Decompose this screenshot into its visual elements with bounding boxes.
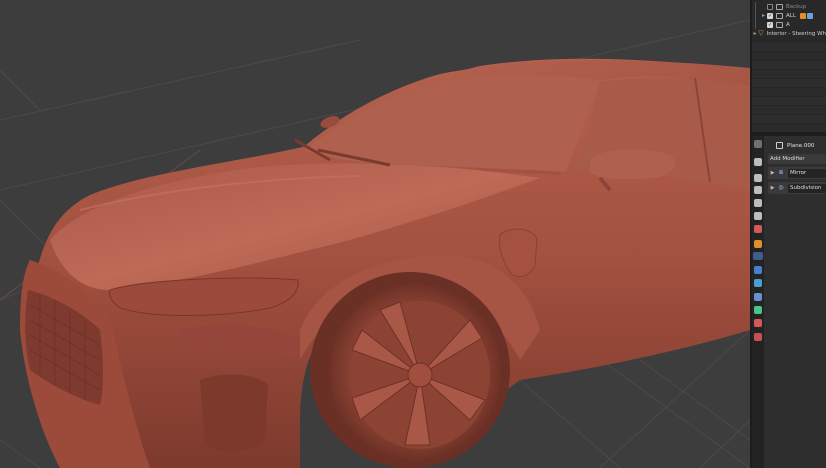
particles-icon[interactable] <box>754 266 762 274</box>
tree-line <box>752 2 760 11</box>
front-wheel <box>310 272 510 468</box>
tree-line <box>752 20 760 29</box>
modifier-name-field[interactable]: Subdivision <box>788 183 826 193</box>
outliner-row-backup[interactable]: Backup <box>752 2 826 11</box>
material-icon <box>806 12 813 19</box>
modifier-name-field[interactable]: Mirror <box>788 168 826 178</box>
car-render <box>0 19 750 468</box>
exclude-checkbox[interactable] <box>767 21 773 28</box>
outliner-row-all[interactable]: ▸ ALL <box>752 11 826 20</box>
outliner-row-object[interactable]: ▸ ▽ Interior - Steering Wh <box>752 29 826 38</box>
expand-triangle-icon[interactable]: ▶ <box>768 185 777 191</box>
outliner-label: ALL <box>786 12 796 19</box>
physics-icon[interactable] <box>754 279 762 287</box>
properties-tabs <box>752 136 764 468</box>
view-layer-icon[interactable] <box>754 199 762 207</box>
tool-icon[interactable] <box>754 158 762 166</box>
subdivision-icon: ◎ <box>778 184 784 191</box>
mirror-icon: ⧈ <box>779 169 783 176</box>
object-name-header: Plane.000 <box>764 140 826 151</box>
outliner-label: A <box>786 21 790 28</box>
editor-type-icon[interactable] <box>754 140 762 148</box>
world-icon[interactable] <box>754 225 762 233</box>
collection-icon <box>776 3 783 10</box>
outliner-label: Backup <box>786 3 807 10</box>
object-icon[interactable] <box>754 240 762 248</box>
scene-icon[interactable] <box>754 212 762 220</box>
expand-triangle-icon[interactable]: ▶ <box>768 170 777 176</box>
exclude-checkbox[interactable] <box>767 12 773 19</box>
object-triangle-icon: ▽ <box>758 29 764 37</box>
outliner-label: Interior - Steering Wh <box>766 30 826 37</box>
texture-icon[interactable] <box>754 333 762 341</box>
object-square-icon <box>776 142 783 149</box>
collection-icon <box>776 21 783 28</box>
render-icon[interactable] <box>754 174 762 182</box>
modifier-properties: Plane.000 Add Modifier ▶ ⧈ Mirror ▶ ◎ Su… <box>764 136 826 468</box>
material-icon[interactable] <box>754 319 762 327</box>
data-icon[interactable] <box>754 306 762 314</box>
outliner-row-a[interactable]: A <box>752 20 826 29</box>
modifier-mirror[interactable]: ▶ ⧈ Mirror <box>768 167 826 179</box>
outliner-empty-rows <box>752 43 826 132</box>
constraints-icon[interactable] <box>754 293 762 301</box>
exclude-checkbox[interactable] <box>767 3 773 10</box>
tree-line <box>752 11 760 20</box>
output-icon[interactable] <box>754 186 762 194</box>
side-mirror <box>590 148 675 180</box>
modifier-icon[interactable] <box>753 252 763 260</box>
chevron-right-icon[interactable]: ▸ <box>760 12 767 19</box>
properties-panel: Plane.000 Add Modifier ▶ ⧈ Mirror ▶ ◎ Su… <box>752 136 826 468</box>
3d-viewport[interactable] <box>0 0 750 468</box>
object-name[interactable]: Plane.000 <box>787 143 814 149</box>
modifier-subdivision[interactable]: ▶ ◎ Subdivision <box>768 182 826 194</box>
add-modifier-button[interactable]: Add Modifier <box>768 154 826 164</box>
modifier-icon <box>799 12 806 19</box>
collection-icon <box>776 12 783 19</box>
